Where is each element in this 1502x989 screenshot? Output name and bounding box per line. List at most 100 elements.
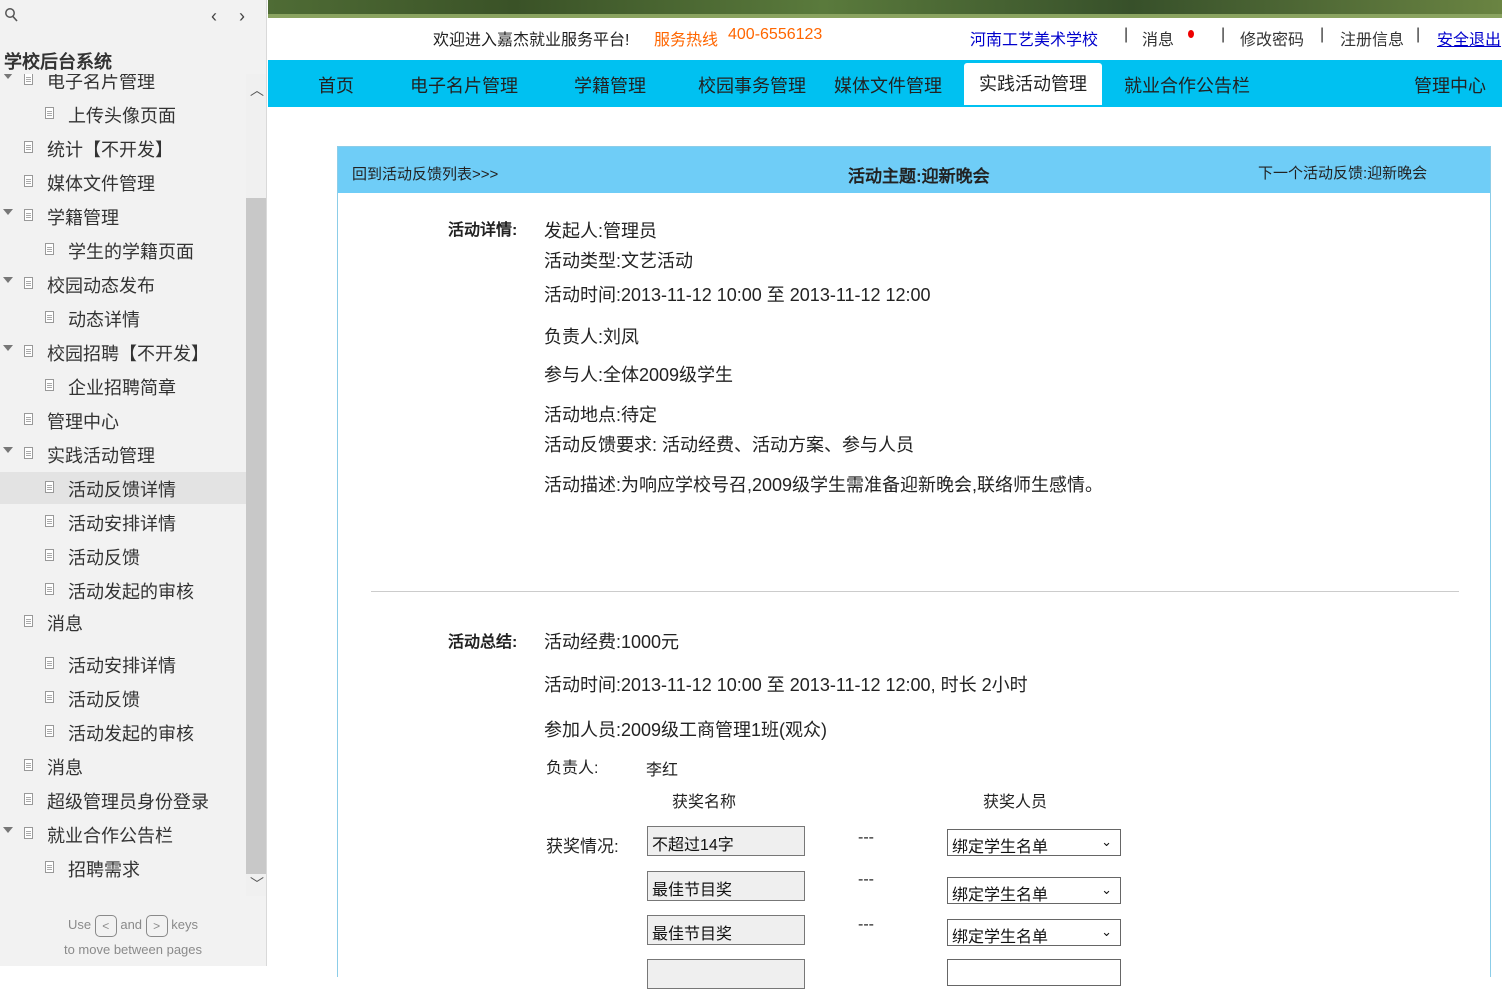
page-icon (45, 515, 54, 527)
details-label: 活动详情: (448, 222, 518, 239)
detail-location: 活动地点:待定 (544, 405, 658, 425)
sidebar-item-label: 媒体文件管理 (47, 174, 155, 194)
sidebar-item-label: 电子名片管理 (47, 74, 155, 92)
sidebar-item-label: 校园动态发布 (47, 276, 155, 296)
page-icon (24, 175, 33, 187)
register-info-link[interactable]: 注册信息 (1340, 26, 1404, 50)
summary-time: 活动时间:2013-11-12 10:00 至 2013-11-12 12:00… (544, 675, 1028, 695)
summary-label: 活动总结: (448, 634, 518, 651)
logout-link[interactable]: 安全退出 (1437, 26, 1501, 50)
award-name-input[interactable]: 最佳节目奖 (647, 871, 805, 901)
sidebar-item[interactable]: 学籍管理 (0, 200, 246, 232)
sidebar-item[interactable]: 活动发起的审核 (0, 716, 246, 748)
left-key-icon: < (94, 914, 117, 937)
sidebar-item[interactable]: 企业招聘简章 (0, 370, 246, 402)
award-person-select-value: 绑定学生名单 (952, 929, 1049, 946)
award-name-input[interactable] (647, 959, 805, 989)
nav-business-card[interactable]: 电子名片管理 (410, 72, 518, 98)
school-link[interactable]: 河南工艺美术学校 (970, 26, 1098, 50)
sidebar-item[interactable]: 活动反馈 (0, 540, 246, 572)
sidebar-item[interactable]: 超级管理员身份登录 (0, 784, 246, 816)
sidebar-item[interactable]: 实践活动管理 (0, 438, 246, 470)
sidebar-item[interactable]: 消息 (0, 750, 246, 782)
nav-admin-center[interactable]: 管理中心 (1414, 72, 1486, 98)
page-icon (24, 447, 33, 459)
sidebar-tree: 电子名片管理上传头像页面统计【不开发】 媒体文件管理学籍管理 学生的学籍页面校园动态… (0, 74, 246, 882)
change-password-link[interactable]: 修改密码 (1240, 26, 1304, 50)
nav-home[interactable]: 首页 (318, 72, 354, 98)
right-key-icon: > (145, 914, 168, 937)
award-name-input[interactable]: 最佳节目奖 (647, 915, 805, 945)
chevron-left-icon[interactable]: ‹ (211, 6, 229, 26)
feedback-detail-panel: 回到活动反馈列表>>> 活动主题:迎新晚会 下一个活动反馈:迎新晚会 (337, 146, 1491, 977)
page-icon (45, 549, 54, 561)
back-to-list-link[interactable]: 回到活动反馈列表>>> (352, 163, 498, 184)
sidebar-item[interactable]: 招聘需求 (0, 852, 246, 882)
messages-link[interactable]: 消息 (1142, 26, 1174, 50)
sidebar-item[interactable]: 管理中心 (0, 404, 246, 436)
nav-student-status[interactable]: 学籍管理 (574, 72, 646, 98)
chevron-right-icon[interactable]: › (239, 6, 257, 26)
expand-arrow-icon[interactable] (3, 277, 13, 283)
keyboard-hint: Use < and > keys to move between pages (0, 912, 266, 962)
nav-practice-activities[interactable]: 实践活动管理 (964, 63, 1102, 105)
scroll-down-icon[interactable]: ﹀ (250, 874, 264, 894)
award-name-input[interactable]: 不超过14字 (647, 826, 805, 856)
next-feedback-link[interactable]: 下一个活动反馈:迎新晚会 (1258, 162, 1427, 183)
sidebar-item-label: 就业合作公告栏 (47, 826, 173, 846)
separator: | (1416, 26, 1421, 43)
page-icon (45, 691, 54, 703)
nav-campus-affairs[interactable]: 校园事务管理 (698, 72, 806, 98)
scrollbar-thumb[interactable] (246, 198, 266, 874)
detail-initiator: 发起人:管理员 (544, 221, 658, 241)
expand-arrow-icon[interactable] (3, 827, 13, 833)
sidebar-item[interactable]: 活动反馈详情 (0, 472, 246, 504)
sidebar-item[interactable]: 就业合作公告栏 (0, 818, 246, 850)
sidebar-item[interactable]: 统计【不开发】 (0, 132, 246, 164)
sidebar-item[interactable]: 媒体文件管理 (0, 166, 246, 198)
award-person-select[interactable]: 绑定学生名单 ⌄ (947, 829, 1121, 856)
sidebar-item[interactable]: 校园动态发布 (0, 268, 246, 300)
expand-arrow-icon[interactable] (3, 345, 13, 351)
page-icon (45, 861, 54, 873)
hotline-number: 400-6556123 (728, 26, 823, 43)
sidebar-item[interactable]: 学生的学籍页面 (0, 234, 246, 266)
sidebar-item[interactable]: 活动安排详情 (0, 648, 246, 680)
search-icon[interactable] (4, 6, 20, 24)
expand-arrow-icon[interactable] (3, 447, 13, 453)
sidebar-item[interactable]: 活动反馈 (0, 682, 246, 714)
sidebar-item[interactable]: 电子名片管理 (0, 74, 246, 96)
main-nav: 首页 电子名片管理 学籍管理 校园事务管理 媒体文件管理 实践活动管理 就业合作… (268, 60, 1502, 107)
sidebar-item[interactable]: 上传头像页面 (0, 98, 246, 130)
page-icon (24, 615, 33, 627)
sidebar-item[interactable]: 活动发起的审核 (0, 574, 246, 606)
award-label: 获奖情况: (546, 837, 619, 856)
leader-label: 负责人: (546, 760, 599, 777)
sidebar-item-label: 实践活动管理 (47, 446, 155, 466)
expand-arrow-icon[interactable] (3, 209, 13, 215)
nav-media-files[interactable]: 媒体文件管理 (834, 72, 942, 98)
unread-dot-icon (1188, 30, 1194, 38)
chevron-down-icon: ⌄ (1101, 834, 1112, 849)
sidebar-item[interactable]: 校园招聘【不开发】 (0, 336, 246, 368)
sidebar-item[interactable]: 动态详情 (0, 302, 246, 334)
nav-employment-board[interactable]: 就业合作公告栏 (1124, 72, 1250, 98)
sidebar-item[interactable]: 活动安排详情 (0, 506, 246, 538)
sidebar-scrollbar[interactable]: ︿ ﹀ (246, 74, 266, 896)
sidebar-item-label: 动态详情 (68, 310, 140, 330)
hotline-label: 服务热线 (654, 32, 719, 49)
sidebar-item[interactable]: 消息 (0, 606, 246, 638)
award-person-select[interactable] (947, 959, 1121, 986)
sidebar-item-label: 消息 (47, 614, 83, 634)
sidebar-item-label: 统计【不开发】 (47, 140, 173, 160)
scroll-up-icon[interactable]: ︿ (250, 80, 264, 100)
page-icon (24, 74, 33, 85)
sidebar-item-label: 消息 (47, 758, 83, 778)
chevron-down-icon: ⌄ (1101, 924, 1112, 939)
sidebar-toolbar: ‹ › (0, 0, 266, 34)
award-person-select[interactable]: 绑定学生名单 ⌄ (947, 877, 1121, 904)
separator: | (1320, 26, 1325, 43)
award-person-select[interactable]: 绑定学生名单 ⌄ (947, 919, 1121, 946)
detail-time: 活动时间:2013-11-12 10:00 至 2013-11-12 12:00 (544, 285, 931, 305)
expand-arrow-icon[interactable] (3, 74, 13, 79)
